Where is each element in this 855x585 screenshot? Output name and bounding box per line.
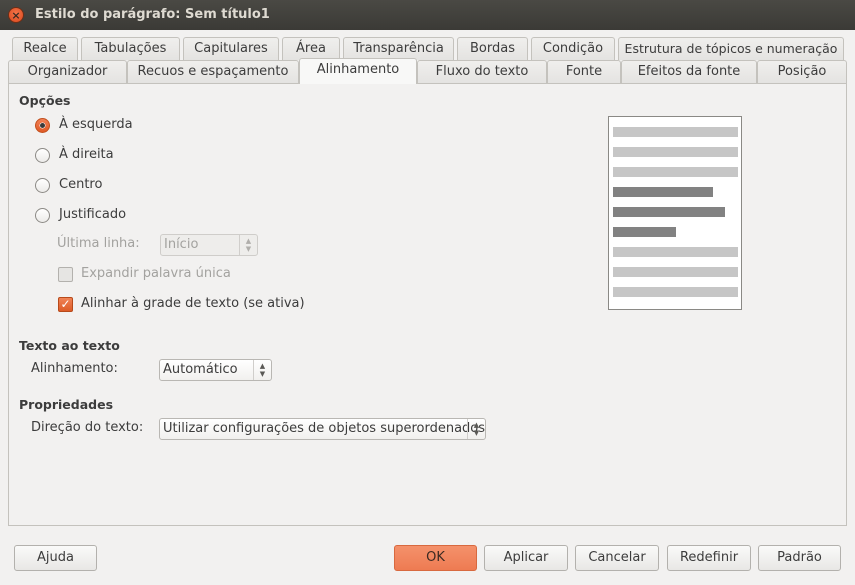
apply-button[interactable]: Aplicar bbox=[484, 545, 568, 571]
radio-justified-label: Justificado bbox=[59, 207, 127, 222]
last-line-label: Última linha: bbox=[57, 236, 140, 251]
cancel-button[interactable]: Cancelar bbox=[575, 545, 659, 571]
snap-to-grid-label: Alinhar à grade de texto (se ativa) bbox=[81, 296, 305, 311]
radio-left[interactable] bbox=[35, 118, 50, 133]
preview-line bbox=[613, 207, 725, 217]
preview-line bbox=[613, 127, 738, 137]
preview-line bbox=[613, 227, 676, 237]
preview-line bbox=[613, 187, 713, 197]
preview-line bbox=[613, 287, 738, 297]
help-button[interactable]: Ajuda bbox=[14, 545, 97, 571]
text-to-text-heading: Texto ao texto bbox=[19, 338, 120, 353]
properties-heading: Propriedades bbox=[19, 397, 114, 412]
expand-single-word-label: Expandir palavra única bbox=[81, 266, 231, 281]
default-button[interactable]: Padrão bbox=[758, 545, 841, 571]
spin-arrows-icon: ▲ ▼ bbox=[253, 360, 271, 380]
radio-center-label: Centro bbox=[59, 177, 103, 192]
radio-justified[interactable] bbox=[35, 208, 50, 223]
reset-button[interactable]: Redefinir bbox=[667, 545, 751, 571]
preview-line bbox=[613, 147, 738, 157]
last-line-select[interactable]: Início ▲ ▼ bbox=[160, 234, 258, 256]
text-alignment-select[interactable]: Automático ▲ ▼ bbox=[159, 359, 272, 381]
text-direction-value: Utilizar configurações de objetos supero… bbox=[163, 421, 486, 436]
radio-left-label: À esquerda bbox=[59, 117, 133, 132]
last-line-value: Início bbox=[164, 237, 199, 252]
options-heading: Opções bbox=[19, 93, 71, 108]
radio-right-label: À direita bbox=[59, 147, 114, 162]
spin-arrows-icon: ▲ ▼ bbox=[239, 235, 257, 255]
text-direction-label: Direção do texto: bbox=[31, 420, 144, 435]
preview-line bbox=[613, 167, 738, 177]
expand-single-word-checkbox[interactable] bbox=[58, 267, 73, 282]
spin-arrows-icon: ▲ ▼ bbox=[467, 419, 485, 439]
radio-center[interactable] bbox=[35, 178, 50, 193]
alignment-preview bbox=[608, 116, 742, 310]
radio-right[interactable] bbox=[35, 148, 50, 163]
preview-line bbox=[613, 247, 738, 257]
ok-button[interactable]: OK bbox=[394, 545, 477, 571]
text-alignment-value: Automático bbox=[163, 362, 238, 377]
preview-line bbox=[613, 267, 738, 277]
text-direction-select[interactable]: Utilizar configurações de objetos supero… bbox=[159, 418, 486, 440]
snap-to-grid-checkbox[interactable]: ✓ bbox=[58, 297, 73, 312]
text-alignment-label: Alinhamento: bbox=[31, 361, 118, 376]
